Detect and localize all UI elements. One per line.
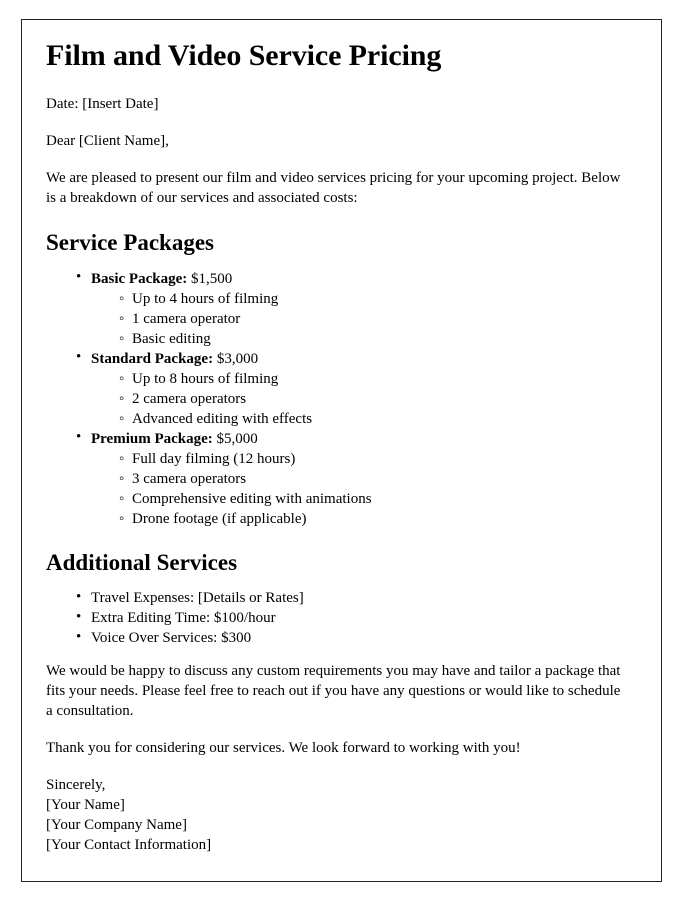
- package-feature-item: Up to 8 hours of filming: [119, 369, 628, 389]
- package-price: $1,500: [190, 270, 233, 287]
- package-heading-line: Basic Package: $1,500: [91, 269, 628, 289]
- package-feature-item: 1 camera operator: [119, 309, 628, 329]
- additional-service-item: Travel Expenses: [Details or Rates]: [76, 588, 628, 608]
- package-feature-item: Drone footage (if applicable): [119, 509, 628, 529]
- closing-paragraph: We would be happy to discuss any custom …: [46, 663, 621, 720]
- page-title: Film and Video Service Pricing: [46, 39, 442, 72]
- additional-service-text: Travel Expenses: [Details or Rates]: [91, 590, 304, 607]
- package-item: Standard Package: $3,000Up to 8 hours of…: [76, 348, 628, 429]
- signature-closing: Sincerely,: [46, 777, 106, 794]
- salutation: Dear [Client Name],: [46, 133, 169, 150]
- section-heading-additional-services: Additional Services: [46, 549, 238, 575]
- package-feature-item: 3 camera operators: [119, 469, 628, 489]
- package-feature-item: Advanced editing with effects: [119, 409, 628, 429]
- additional-service-text: Extra Editing Time: $100/hour: [91, 610, 276, 627]
- signature-contact: [Your Contact Information]: [46, 836, 212, 853]
- additional-services-list: Travel Expenses: [Details or Rates] Extra…: [46, 588, 628, 648]
- package-price: $5,000: [216, 430, 258, 447]
- package-heading-line: Standard Package: $3,000: [91, 349, 628, 369]
- date-line: Date: [Insert Date]: [46, 96, 159, 113]
- package-heading-line: Premium Package: $5,000: [91, 429, 628, 449]
- package-features-list: Up to 8 hours of filming2 camera operato…: [91, 369, 628, 429]
- section-heading-service-packages: Service Packages: [46, 230, 214, 256]
- package-name: Standard Package:: [91, 350, 214, 367]
- package-feature-item: 2 camera operators: [119, 389, 628, 409]
- package-feature-item: Full day filming (12 hours): [119, 449, 628, 469]
- document-page: Film and Video Service Pricing Date: [In…: [21, 19, 662, 882]
- package-name: Basic Package:: [91, 270, 188, 287]
- signature-company: [Your Company Name]: [46, 816, 187, 833]
- additional-service-item: Extra Editing Time: $100/hour: [76, 608, 628, 628]
- package-features-list: Up to 4 hours of filming1 camera operato…: [91, 289, 628, 349]
- package-name: Premium Package:: [91, 430, 213, 447]
- additional-service-text: Voice Over Services: $300: [91, 630, 252, 647]
- package-feature-item: Comprehensive editing with animations: [119, 489, 628, 509]
- additional-service-item: Voice Over Services: $300: [76, 628, 628, 648]
- signature-block: Sincerely, [Your Name] [Your Company Nam…: [46, 776, 628, 856]
- package-item: Premium Package: $5,000Full day filming …: [76, 428, 628, 529]
- signature-name: [Your Name]: [46, 797, 125, 814]
- package-feature-item: Up to 4 hours of filming: [119, 289, 628, 309]
- package-price: $3,000: [216, 350, 259, 367]
- package-item: Basic Package: $1,500Up to 4 hours of fi…: [76, 268, 628, 349]
- document-body: Film and Video Service Pricing Date: [In…: [46, 38, 628, 856]
- package-features-list: Full day filming (12 hours)3 camera oper…: [91, 449, 628, 529]
- package-feature-item: Basic editing: [119, 329, 628, 349]
- service-packages-list: Basic Package: $1,500Up to 4 hours of fi…: [46, 268, 628, 529]
- intro-paragraph: We are pleased to present our film and v…: [46, 170, 621, 207]
- thank-you-paragraph: Thank you for considering our services. …: [46, 740, 521, 757]
